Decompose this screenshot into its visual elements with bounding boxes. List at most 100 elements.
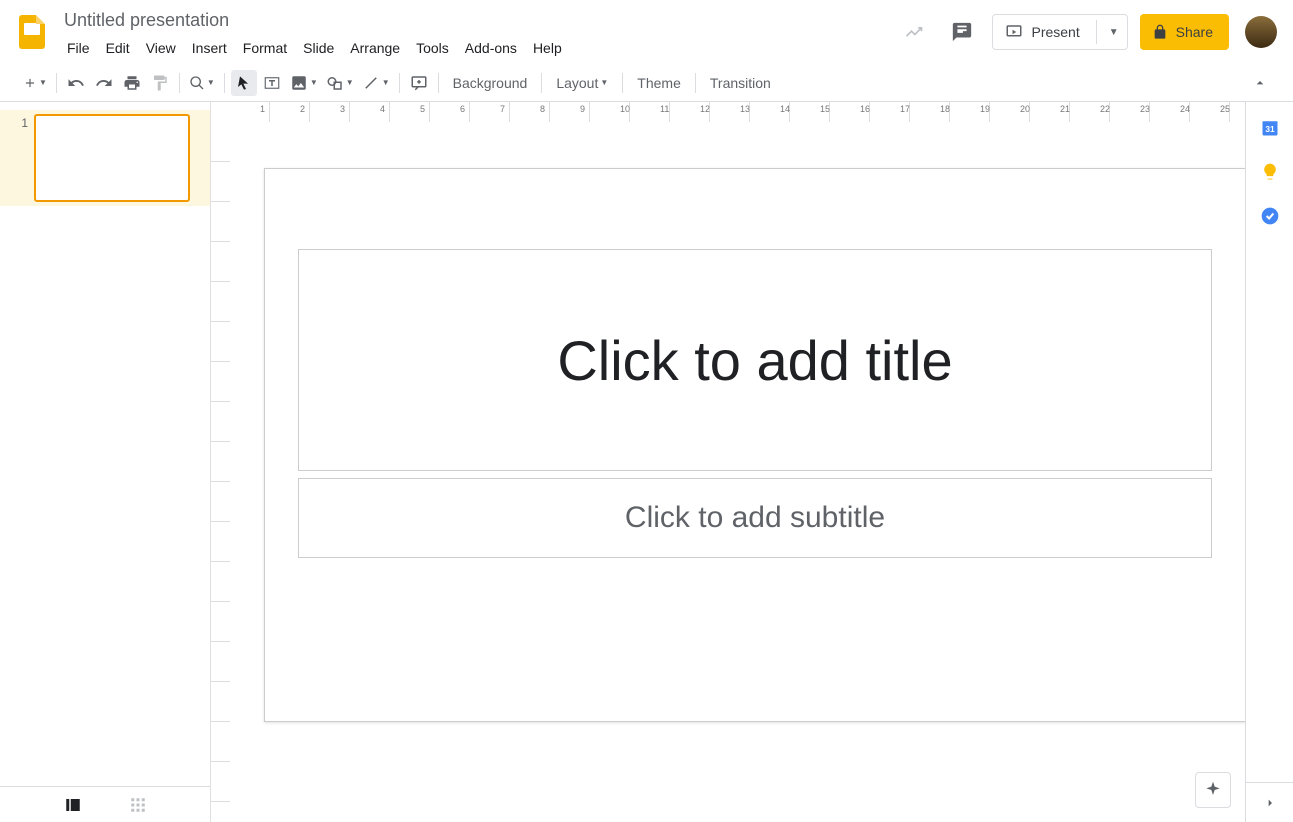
paint-format-button[interactable] [147,70,173,96]
toolbar-separator [695,73,696,93]
menu-format[interactable]: Format [236,36,294,60]
chevron-down-icon: ▼ [310,78,318,87]
menu-slide[interactable]: Slide [296,36,341,60]
menu-insert[interactable]: Insert [185,36,234,60]
ruler-mark: 20 [1020,104,1030,114]
side-panel-toggle[interactable] [1246,782,1293,822]
calendar-icon[interactable]: 31 [1260,118,1280,138]
present-separator [1096,20,1097,44]
explore-button[interactable] [1195,772,1231,808]
slide-number: 1 [14,114,28,202]
ruler-mark: 21 [1060,104,1070,114]
comment-tool[interactable] [406,70,432,96]
menu-addons[interactable]: Add-ons [458,36,524,60]
toolbar-separator [56,73,57,93]
ruler-mark: 8 [540,104,545,114]
ruler-mark: 23 [1140,104,1150,114]
toolbar-separator [179,73,180,93]
transition-button[interactable]: Transition [702,70,779,96]
tasks-icon[interactable] [1260,206,1280,226]
filmstrip-footer [0,786,210,822]
redo-button[interactable] [91,70,117,96]
toolbar-separator [224,73,225,93]
toolbar: ▼ ▼ ▼ ▼ ▼ Background Layout▼ [0,64,1293,102]
share-button[interactable]: Share [1140,14,1229,50]
ruler-mark: 10 [620,104,630,114]
ruler-mark: 22 [1100,104,1110,114]
chevron-down-icon: ▼ [39,78,47,87]
svg-text:31: 31 [1265,124,1275,134]
ruler-mark: 17 [900,104,910,114]
textbox-tool[interactable] [259,70,285,96]
new-slide-button[interactable]: ▼ [20,70,50,96]
header-actions: Present ▼ Share [896,14,1277,50]
image-tool[interactable]: ▼ [287,70,321,96]
filmstrip-view-icon[interactable] [64,796,82,814]
present-dropdown-icon[interactable]: ▼ [1105,27,1123,38]
menu-tools[interactable]: Tools [409,36,456,60]
ruler-mark: 19 [980,104,990,114]
ruler-mark: 24 [1180,104,1190,114]
account-avatar[interactable] [1245,16,1277,48]
ruler-mark: 14 [780,104,790,114]
menu-view[interactable]: View [139,36,183,60]
comments-icon[interactable] [944,14,980,50]
lock-icon [1152,24,1168,40]
ruler-mark: 25 [1220,104,1230,114]
zoom-button[interactable]: ▼ [186,70,218,96]
ruler-mark: 11 [660,104,669,114]
menu-file[interactable]: File [60,36,97,60]
ruler-mark: 6 [460,104,465,114]
subtitle-placeholder-text: Click to add subtitle [625,501,885,535]
activity-icon[interactable] [896,14,932,50]
canvas-area: 1234567891011121314151617181920212223242… [210,102,1245,822]
ruler-mark: 3 [340,104,345,114]
vertical-ruler[interactable] [210,102,230,822]
slide-canvas[interactable]: Click to add title Click to add subtitle [264,168,1245,722]
menu-arrange[interactable]: Arrange [343,36,407,60]
ruler-mark: 1 [260,104,265,114]
grid-view-icon[interactable] [129,796,147,814]
canvas-main: 1234567891011121314151617181920212223242… [230,102,1245,822]
title-placeholder-box[interactable]: Click to add title [298,249,1212,471]
layout-button[interactable]: Layout▼ [548,70,616,96]
ruler-mark: 13 [740,104,750,114]
print-button[interactable] [119,70,145,96]
layout-label: Layout [556,75,598,91]
slides-logo-icon [19,15,45,49]
shape-tool[interactable]: ▼ [323,70,357,96]
keep-icon[interactable] [1260,162,1280,182]
theme-button[interactable]: Theme [629,70,689,96]
collapse-toolbar-button[interactable] [1247,70,1273,96]
chevron-down-icon: ▼ [600,78,608,87]
background-button[interactable]: Background [445,70,536,96]
ruler-mark: 16 [860,104,870,114]
undo-button[interactable] [63,70,89,96]
toolbar-separator [399,73,400,93]
toolbar-separator [622,73,623,93]
menu-help[interactable]: Help [526,36,569,60]
toolbar-separator [541,73,542,93]
filmstrip: 1 [0,102,210,822]
title-area: Untitled presentation File Edit View Ins… [52,8,896,60]
toolbar-separator [438,73,439,93]
present-label: Present [1031,24,1079,40]
slides-logo[interactable] [12,12,52,52]
present-button[interactable]: Present ▼ [992,14,1127,50]
app-header: Untitled presentation File Edit View Ins… [0,0,1293,64]
line-tool[interactable]: ▼ [359,70,393,96]
ruler-mark: 7 [500,104,505,114]
select-tool[interactable] [231,70,257,96]
slide-thumbnail[interactable] [34,114,190,202]
horizontal-ruler[interactable]: 1234567891011121314151617181920212223242… [230,102,1245,122]
menu-edit[interactable]: Edit [99,36,137,60]
ruler-mark: 4 [380,104,385,114]
subtitle-placeholder-box[interactable]: Click to add subtitle [298,478,1212,558]
ruler-mark: 18 [940,104,950,114]
slide-thumbnail-wrap[interactable]: 1 [0,110,210,206]
title-placeholder-text: Click to add title [557,328,952,393]
document-title[interactable]: Untitled presentation [60,8,896,32]
canvas-viewport[interactable]: Click to add title Click to add subtitle [230,122,1245,822]
ruler-mark: 12 [700,104,710,114]
ruler-mark: 2 [300,104,305,114]
